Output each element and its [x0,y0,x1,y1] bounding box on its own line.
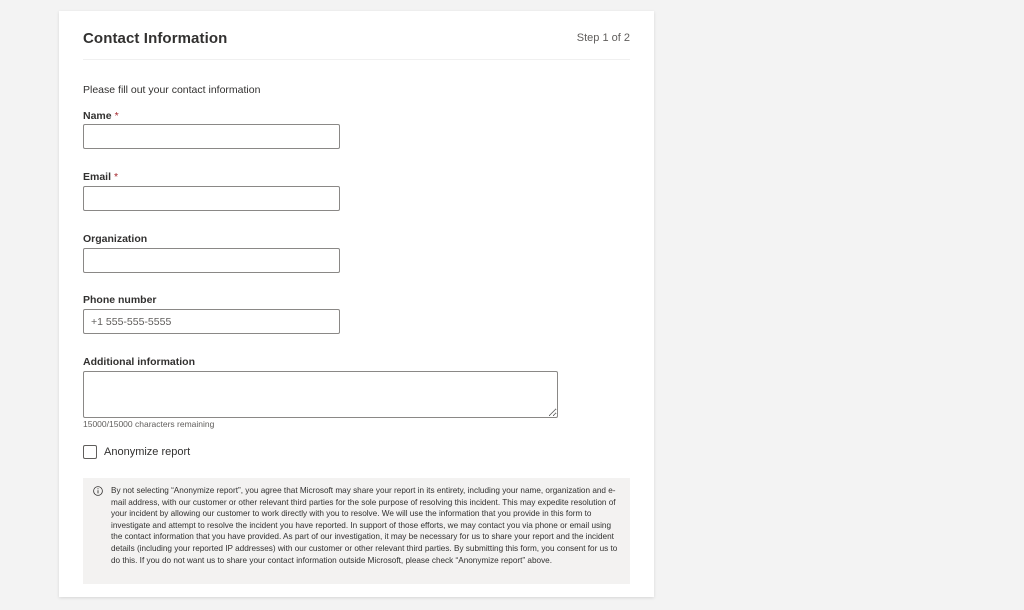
contact-form-card: Contact Information Step 1 of 2 Please f… [59,11,654,597]
additional-info-label: Additional information [83,356,195,368]
organization-input[interactable] [83,248,340,273]
anonymize-report-checkbox[interactable] [83,445,97,459]
consent-notice: By not selecting “Anonymize report”, you… [83,478,630,584]
organization-label: Organization [83,233,148,245]
email-label-text: Email [83,171,112,183]
form-intro-text: Please fill out your contact information [83,84,261,96]
anonymize-report-checkbox-row[interactable]: Anonymize report [83,445,190,459]
card-header: Contact Information Step 1 of 2 [83,11,630,60]
phone-label: Phone number [83,294,157,306]
phone-input[interactable] [83,309,340,334]
info-icon [93,486,103,496]
name-label: Name * [83,110,119,122]
email-input[interactable] [83,186,340,211]
consent-notice-text: By not selecting “Anonymize report”, you… [111,486,618,565]
email-label: Email * [83,171,118,183]
character-counter: 15000/15000 characters remaining [83,419,215,429]
name-label-text: Name [83,110,112,122]
additional-info-textarea[interactable] [83,371,558,418]
required-marker: * [114,171,119,183]
anonymize-report-label: Anonymize report [104,446,191,458]
required-marker: * [114,110,119,122]
name-input[interactable] [83,124,340,149]
step-indicator: Step 1 of 2 [576,32,630,44]
page-title: Contact Information [83,30,228,47]
